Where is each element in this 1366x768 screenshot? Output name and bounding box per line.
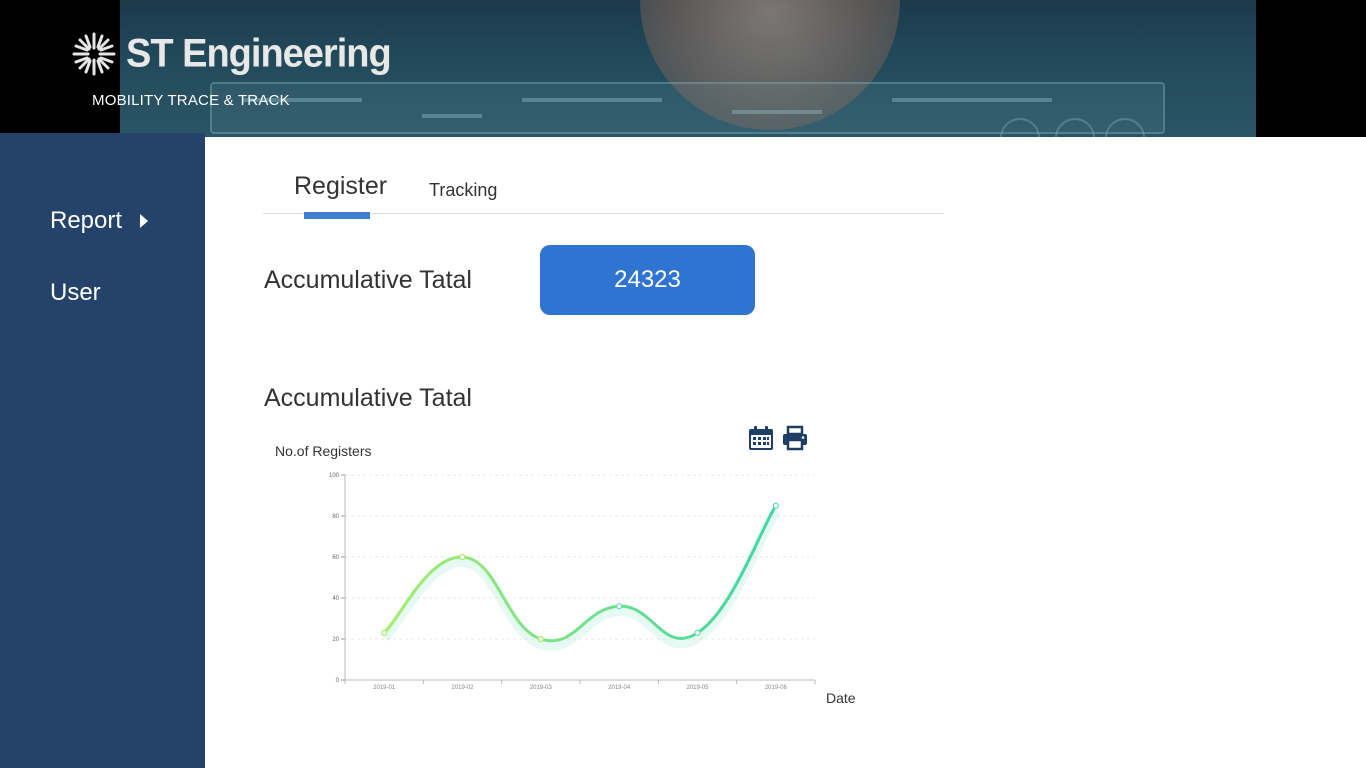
y-tick-label: 80 bbox=[332, 514, 339, 520]
sidebar-item-user[interactable]: User bbox=[50, 279, 101, 307]
x-tick-label: 2019-01 bbox=[373, 685, 396, 691]
caret-right-icon bbox=[140, 214, 149, 228]
calendar-icon[interactable] bbox=[748, 425, 774, 456]
active-tab-indicator bbox=[304, 212, 370, 219]
y-tick-label: 0 bbox=[336, 678, 340, 684]
y-tick-label: 40 bbox=[332, 596, 339, 602]
starburst-logo-icon bbox=[70, 30, 118, 78]
print-icon[interactable] bbox=[782, 425, 808, 456]
y-tick-label: 20 bbox=[332, 637, 339, 643]
chart-y-axis-label: No.of Registers bbox=[275, 443, 372, 459]
sidebar-item-label: User bbox=[50, 279, 101, 306]
x-tick-label: 2019-04 bbox=[608, 685, 631, 691]
y-tick-label: 60 bbox=[332, 555, 339, 561]
tab-register[interactable]: Register bbox=[294, 172, 387, 201]
total-count-badge: 24323 bbox=[540, 245, 755, 315]
data-point bbox=[459, 553, 466, 561]
data-point bbox=[537, 635, 544, 643]
y-tick-label: 100 bbox=[329, 473, 340, 479]
main-content: Register Tracking Accumulative Tatal 243… bbox=[205, 137, 1366, 768]
x-tick-label: 2019-02 bbox=[451, 685, 474, 691]
chart-title: Accumulative Tatal bbox=[264, 384, 472, 412]
x-tick-label: 2019-05 bbox=[686, 685, 709, 691]
chart-x-axis-label: Date bbox=[826, 690, 856, 706]
registers-line-chart: 0 20 40 60 80 100 2019-01 2019-02 2019-03 2019-04… bbox=[329, 473, 816, 691]
data-point bbox=[694, 629, 701, 636]
sidebar: Report User bbox=[0, 133, 205, 768]
summary-label: Accumulative Tatal bbox=[264, 266, 472, 294]
data-point bbox=[772, 502, 779, 509]
sidebar-item-label: Report bbox=[50, 207, 123, 234]
brand-name: ST Engineering bbox=[126, 31, 392, 76]
x-tick-label: 2019-06 bbox=[765, 685, 788, 691]
data-point bbox=[381, 629, 388, 636]
tab-tracking[interactable]: Tracking bbox=[429, 180, 497, 201]
sidebar-item-report[interactable]: Report bbox=[50, 207, 149, 235]
x-tick-label: 2019-03 bbox=[530, 685, 553, 691]
app-header: ST Engineering MOBILITY TRACE & TRACK bbox=[0, 0, 1366, 137]
app-subtitle: MOBILITY TRACE & TRACK bbox=[92, 92, 290, 109]
data-point bbox=[616, 603, 623, 610]
tab-bar: Register Tracking bbox=[263, 172, 944, 219]
brand-logo[interactable]: ST Engineering bbox=[70, 30, 392, 78]
